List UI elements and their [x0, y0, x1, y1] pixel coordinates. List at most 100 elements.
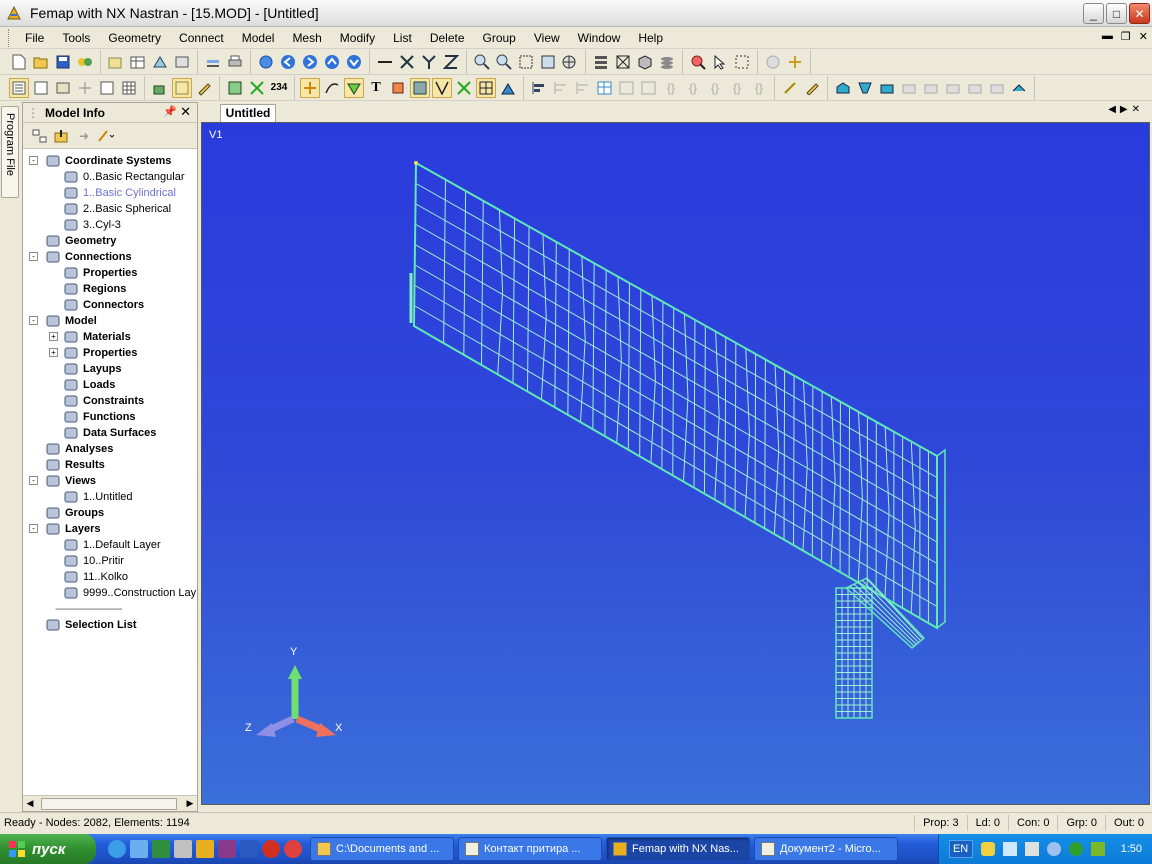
select-box-icon[interactable]	[732, 52, 752, 72]
tray-icon-shield[interactable]	[980, 842, 995, 856]
mdi-close-icon[interactable]: ✕	[1139, 30, 1148, 43]
braces-disabled-3-icon[interactable]: {}	[705, 78, 725, 98]
femap-ql-icon[interactable]	[196, 840, 214, 858]
copy-icon[interactable]	[203, 52, 223, 72]
mdi-restore-icon[interactable]: ❐	[1121, 30, 1131, 43]
constraint-display-icon[interactable]	[454, 78, 474, 98]
load-display-icon[interactable]	[432, 77, 452, 98]
tree-item[interactable]: 1..Default Layer	[23, 537, 161, 553]
menu-view[interactable]: View	[534, 31, 560, 45]
coordinate-display-icon[interactable]	[476, 77, 496, 98]
ie-icon[interactable]	[108, 840, 126, 858]
charting-icon[interactable]	[119, 78, 139, 98]
shape-disabled-4-icon[interactable]	[965, 78, 985, 98]
tab-untitled[interactable]: Untitled	[220, 104, 276, 122]
collapse-icon[interactable]: -	[29, 156, 38, 165]
data-table-icon[interactable]	[128, 52, 148, 72]
extrude-icon[interactable]	[833, 78, 853, 98]
rebuild-icon[interactable]	[75, 52, 95, 72]
element-display-icon[interactable]	[410, 77, 430, 98]
tree-item[interactable]: - Connections	[23, 249, 132, 265]
menu-geometry[interactable]: Geometry	[108, 31, 161, 45]
meshing-toolbox-icon[interactable]	[150, 52, 170, 72]
tray-icon-nvidia[interactable]	[1090, 842, 1105, 856]
mdi-minimize-icon[interactable]: ▬	[1102, 30, 1113, 43]
data-table-pane-icon[interactable]	[53, 78, 73, 98]
shape-disabled-3-icon[interactable]	[943, 78, 963, 98]
model-tree-icon[interactable]	[591, 52, 611, 72]
node-display-icon[interactable]	[300, 77, 320, 98]
grid-snap-icon[interactable]	[172, 77, 192, 98]
task-word-2[interactable]: Документ2 - Micro...	[754, 837, 898, 861]
view-rotate-icon[interactable]	[256, 52, 276, 72]
zoom-out-icon[interactable]	[494, 52, 514, 72]
shape-disabled-5-icon[interactable]	[987, 78, 1007, 98]
layers-toolbar-icon[interactable]	[657, 52, 677, 72]
entity-info-icon[interactable]	[31, 78, 51, 98]
tree-upload-icon[interactable]	[52, 126, 72, 146]
braces-disabled-1-icon[interactable]: {}	[661, 78, 681, 98]
show-entities-icon[interactable]	[225, 78, 245, 98]
menu-tools[interactable]: Tools	[62, 31, 90, 45]
tree-item[interactable]: 2..Basic Spherical	[23, 201, 171, 217]
calc-icon[interactable]	[174, 840, 192, 858]
pencil-edit-icon[interactable]	[194, 78, 214, 98]
acrobat-icon[interactable]	[262, 840, 280, 858]
draw-erase-icon[interactable]	[498, 78, 518, 98]
menu-model[interactable]: Model	[242, 31, 275, 45]
close-button[interactable]: ✕	[1129, 3, 1150, 24]
shape-disabled-2-icon[interactable]	[921, 78, 941, 98]
disabled-tool-icon[interactable]	[763, 52, 783, 72]
view-z-icon[interactable]	[441, 52, 461, 72]
menu-window[interactable]: Window	[578, 31, 621, 45]
tree-item[interactable]: + Properties	[23, 345, 137, 361]
menu-modify[interactable]: Modify	[340, 31, 375, 45]
table-disabled-2-icon[interactable]	[639, 78, 659, 98]
api-programming-icon[interactable]	[172, 52, 192, 72]
tree-arrow-icon[interactable]: ➜	[74, 126, 94, 146]
menu-mesh[interactable]: Mesh	[292, 31, 321, 45]
tree-item[interactable]: Selection List	[23, 617, 137, 633]
tree-item[interactable]: Results	[23, 457, 105, 473]
show-when-selected-icon[interactable]	[247, 78, 267, 98]
expand-icon[interactable]: +	[49, 348, 58, 357]
collapse-icon[interactable]: -	[29, 524, 38, 533]
braces-disabled-2-icon[interactable]: {}	[683, 78, 703, 98]
menu-list[interactable]: List	[393, 31, 412, 45]
desktop-icon[interactable]	[130, 840, 148, 858]
tree-item[interactable]: 11..Kolko	[23, 569, 128, 585]
tree-item[interactable]: Regions	[23, 281, 126, 297]
save-icon[interactable]	[53, 52, 73, 72]
tree-item[interactable]: - Views	[23, 473, 96, 489]
api-pane-icon[interactable]	[97, 78, 117, 98]
line-icon[interactable]	[375, 52, 395, 72]
tray-icon-display[interactable]	[1024, 842, 1039, 856]
workplane-icon[interactable]	[785, 52, 805, 72]
select-cursor-icon[interactable]	[710, 52, 730, 72]
wireframe-icon[interactable]	[613, 52, 633, 72]
point-display-icon[interactable]	[388, 78, 408, 98]
tab-prev-icon[interactable]: ◀	[1108, 104, 1120, 115]
tree-item[interactable]: Layups	[23, 361, 122, 377]
arrow-right-icon[interactable]	[300, 52, 320, 72]
align-disabled-2-icon[interactable]	[573, 78, 593, 98]
collapse-icon[interactable]: -	[29, 316, 38, 325]
model-info-toggle-icon[interactable]	[9, 77, 29, 98]
start-button[interactable]: пуск	[0, 834, 96, 864]
paint-icon[interactable]	[150, 78, 170, 98]
tree-item[interactable]: - Layers	[23, 521, 100, 537]
tree-item[interactable]: Constraints	[23, 393, 144, 409]
pick-icon[interactable]	[688, 52, 708, 72]
shape-disabled-1-icon[interactable]	[899, 78, 919, 98]
panel-close-icon[interactable]: ✕	[180, 104, 191, 120]
maximize-button[interactable]: □	[1106, 3, 1127, 24]
menu-help[interactable]: Help	[638, 31, 663, 45]
task-femap[interactable]: Femap with NX Nas...	[606, 837, 750, 861]
menu-delete[interactable]: Delete	[430, 31, 465, 45]
tray-icon-network[interactable]	[1002, 842, 1017, 856]
print-icon[interactable]	[225, 52, 245, 72]
tree-item[interactable]: Functions	[23, 409, 136, 425]
tray-icon-green[interactable]	[1068, 842, 1083, 856]
revolve-icon[interactable]	[855, 78, 875, 98]
autoscale-icon[interactable]	[538, 52, 558, 72]
